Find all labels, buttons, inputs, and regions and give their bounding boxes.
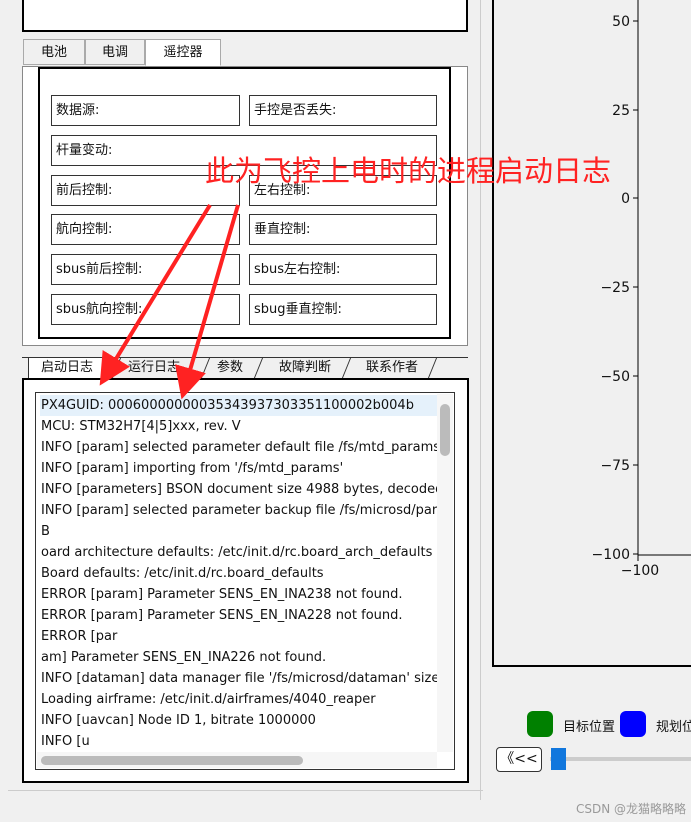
legend-swatch-planned: [620, 711, 646, 737]
legend-label-planned: 规划位: [656, 720, 691, 735]
bottom-divider: [8, 790, 483, 791]
playback-slider-track[interactable]: [550, 757, 691, 761]
legend-label-target: 目标位置: [563, 720, 616, 735]
playback-slider-thumb[interactable]: [551, 748, 566, 770]
watermark-text: CSDN @龙猫略略略: [576, 802, 687, 816]
legend-swatch-target: [527, 711, 553, 737]
annotation-arrows: [99, 203, 240, 400]
rewind-button[interactable]: 《<<: [496, 747, 542, 772]
